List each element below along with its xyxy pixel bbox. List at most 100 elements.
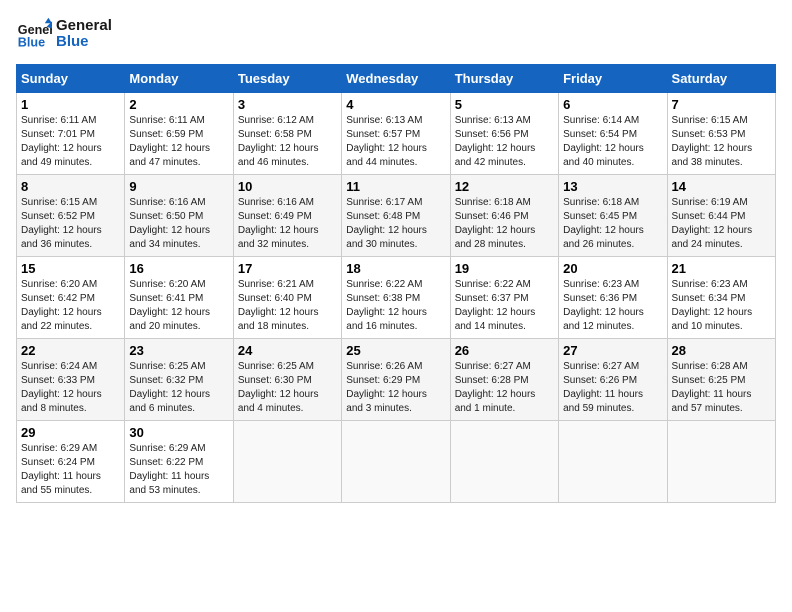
day-info: Sunrise: 6:25 AM Sunset: 6:32 PM Dayligh… [129, 360, 228, 416]
day-info: Sunrise: 6:23 AM Sunset: 6:34 PM Dayligh… [672, 278, 771, 334]
logo: General Blue General Blue [16, 16, 112, 52]
logo-icon: General Blue [16, 16, 52, 52]
day-info: Sunrise: 6:26 AM Sunset: 6:29 PM Dayligh… [346, 360, 445, 416]
calendar-day-5: 5 Sunrise: 6:13 AM Sunset: 6:56 PM Daylig… [450, 93, 558, 175]
calendar-day-24: 24Sunrise: 6:25 AM Sunset: 6:30 PM Dayli… [233, 339, 341, 421]
calendar-day-16: 16 Sunrise: 6:20 AM Sunset: 6:41 PM Dayli… [125, 257, 233, 339]
day-number: 5 [455, 97, 554, 112]
day-number: 17 [238, 261, 337, 276]
day-info: Sunrise: 6:14 AM Sunset: 6:54 PM Dayligh… [563, 114, 662, 170]
day-number: 18 [346, 261, 445, 276]
day-number: 9 [129, 179, 228, 194]
calendar-day-9: 9 Sunrise: 6:16 AM Sunset: 6:50 PM Daylig… [125, 175, 233, 257]
day-number: 6 [563, 97, 662, 112]
day-info: Sunrise: 6:29 AM Sunset: 6:24 PM Dayligh… [21, 442, 120, 498]
calendar-day-23: 23 Sunrise: 6:25 AM Sunset: 6:32 PM Dayli… [125, 339, 233, 421]
day-info: Sunrise: 6:20 AM Sunset: 6:42 PM Dayligh… [21, 278, 120, 334]
calendar-day-13: 13 Sunrise: 6:18 AM Sunset: 6:45 PM Dayli… [559, 175, 667, 257]
day-info: Sunrise: 6:15 AM Sunset: 6:53 PM Dayligh… [672, 114, 771, 170]
day-info: Sunrise: 6:27 AM Sunset: 6:26 PM Dayligh… [563, 360, 662, 416]
day-number: 12 [455, 179, 554, 194]
empty-cell [342, 421, 450, 503]
day-number: 30 [129, 425, 228, 440]
dow-monday: Monday [125, 65, 233, 93]
dow-sunday: Sunday [17, 65, 125, 93]
day-number: 1 [21, 97, 120, 112]
day-info: Sunrise: 6:23 AM Sunset: 6:36 PM Dayligh… [563, 278, 662, 334]
day-number: 28 [672, 343, 771, 358]
day-info: Sunrise: 6:21 AM Sunset: 6:40 PM Dayligh… [238, 278, 337, 334]
day-info: Sunrise: 6:28 AM Sunset: 6:25 PM Dayligh… [672, 360, 771, 416]
day-number: 23 [129, 343, 228, 358]
day-number: 21 [672, 261, 771, 276]
calendar-day-10: 10Sunrise: 6:16 AM Sunset: 6:49 PM Dayli… [233, 175, 341, 257]
calendar-day-25: 25 Sunrise: 6:26 AM Sunset: 6:29 PM Dayli… [342, 339, 450, 421]
calendar-day-27: 27 Sunrise: 6:27 AM Sunset: 6:26 PM Dayli… [559, 339, 667, 421]
day-info: Sunrise: 6:12 AM Sunset: 6:58 PM Dayligh… [238, 114, 337, 170]
page-header: General Blue General Blue [16, 16, 776, 52]
day-number: 22 [21, 343, 120, 358]
dow-thursday: Thursday [450, 65, 558, 93]
day-number: 8 [21, 179, 120, 194]
day-number: 19 [455, 261, 554, 276]
day-number: 3 [238, 97, 337, 112]
day-number: 27 [563, 343, 662, 358]
calendar-day-11: 11 Sunrise: 6:17 AM Sunset: 6:48 PM Dayli… [342, 175, 450, 257]
day-number: 11 [346, 179, 445, 194]
day-info: Sunrise: 6:16 AM Sunset: 6:50 PM Dayligh… [129, 196, 228, 252]
dow-wednesday: Wednesday [342, 65, 450, 93]
day-info: Sunrise: 6:15 AM Sunset: 6:52 PM Dayligh… [21, 196, 120, 252]
day-info: Sunrise: 6:16 AM Sunset: 6:49 PM Dayligh… [238, 196, 337, 252]
day-number: 15 [21, 261, 120, 276]
calendar-table: SundayMondayTuesdayWednesdayThursdayFrid… [16, 64, 776, 503]
day-info: Sunrise: 6:17 AM Sunset: 6:48 PM Dayligh… [346, 196, 445, 252]
calendar-day-17: 17 Sunrise: 6:21 AM Sunset: 6:40 PM Dayli… [233, 257, 341, 339]
day-number: 2 [129, 97, 228, 112]
calendar-day-6: 6 Sunrise: 6:14 AM Sunset: 6:54 PM Daylig… [559, 93, 667, 175]
day-info: Sunrise: 6:19 AM Sunset: 6:44 PM Dayligh… [672, 196, 771, 252]
calendar-day-22: 22 Sunrise: 6:24 AM Sunset: 6:33 PM Dayli… [17, 339, 125, 421]
day-number: 20 [563, 261, 662, 276]
calendar-day-3: 3 Sunrise: 6:12 AM Sunset: 6:58 PM Daylig… [233, 93, 341, 175]
logo-blue: Blue [56, 34, 112, 51]
calendar-day-26: 26 Sunrise: 6:27 AM Sunset: 6:28 PM Dayli… [450, 339, 558, 421]
calendar-day-15: 15 Sunrise: 6:20 AM Sunset: 6:42 PM Dayli… [17, 257, 125, 339]
calendar-day-28: 28 Sunrise: 6:28 AM Sunset: 6:25 PM Dayli… [667, 339, 775, 421]
day-info: Sunrise: 6:20 AM Sunset: 6:41 PM Dayligh… [129, 278, 228, 334]
day-number: 13 [563, 179, 662, 194]
day-number: 29 [21, 425, 120, 440]
day-number: 7 [672, 97, 771, 112]
calendar-day-21: 21 Sunrise: 6:23 AM Sunset: 6:34 PM Dayli… [667, 257, 775, 339]
calendar-day-1: 1Sunrise: 6:11 AM Sunset: 7:01 PM Daylig… [17, 93, 125, 175]
calendar-day-30: 30 Sunrise: 6:29 AM Sunset: 6:22 PM Dayli… [125, 421, 233, 503]
empty-cell [667, 421, 775, 503]
day-info: Sunrise: 6:27 AM Sunset: 6:28 PM Dayligh… [455, 360, 554, 416]
calendar-day-2: 2Sunrise: 6:11 AM Sunset: 6:59 PM Daylig… [125, 93, 233, 175]
day-number: 25 [346, 343, 445, 358]
day-number: 26 [455, 343, 554, 358]
day-info: Sunrise: 6:13 AM Sunset: 6:57 PM Dayligh… [346, 114, 445, 170]
calendar-day-20: 20 Sunrise: 6:23 AM Sunset: 6:36 PM Dayli… [559, 257, 667, 339]
dow-friday: Friday [559, 65, 667, 93]
calendar-day-7: 7 Sunrise: 6:15 AM Sunset: 6:53 PM Daylig… [667, 93, 775, 175]
dow-saturday: Saturday [667, 65, 775, 93]
day-info: Sunrise: 6:13 AM Sunset: 6:56 PM Dayligh… [455, 114, 554, 170]
day-info: Sunrise: 6:22 AM Sunset: 6:37 PM Dayligh… [455, 278, 554, 334]
logo-general: General [56, 18, 112, 35]
day-info: Sunrise: 6:29 AM Sunset: 6:22 PM Dayligh… [129, 442, 228, 498]
empty-cell [450, 421, 558, 503]
calendar-day-14: 14 Sunrise: 6:19 AM Sunset: 6:44 PM Dayli… [667, 175, 775, 257]
day-number: 4 [346, 97, 445, 112]
dow-tuesday: Tuesday [233, 65, 341, 93]
svg-text:Blue: Blue [18, 36, 45, 50]
calendar-day-8: 8 Sunrise: 6:15 AM Sunset: 6:52 PM Daylig… [17, 175, 125, 257]
day-info: Sunrise: 6:25 AM Sunset: 6:30 PM Dayligh… [238, 360, 337, 416]
empty-cell [233, 421, 341, 503]
calendar-day-18: 18Sunrise: 6:22 AM Sunset: 6:38 PM Dayli… [342, 257, 450, 339]
day-number: 14 [672, 179, 771, 194]
day-info: Sunrise: 6:18 AM Sunset: 6:46 PM Dayligh… [455, 196, 554, 252]
calendar-day-12: 12 Sunrise: 6:18 AM Sunset: 6:46 PM Dayli… [450, 175, 558, 257]
day-number: 16 [129, 261, 228, 276]
day-info: Sunrise: 6:24 AM Sunset: 6:33 PM Dayligh… [21, 360, 120, 416]
day-info: Sunrise: 6:18 AM Sunset: 6:45 PM Dayligh… [563, 196, 662, 252]
